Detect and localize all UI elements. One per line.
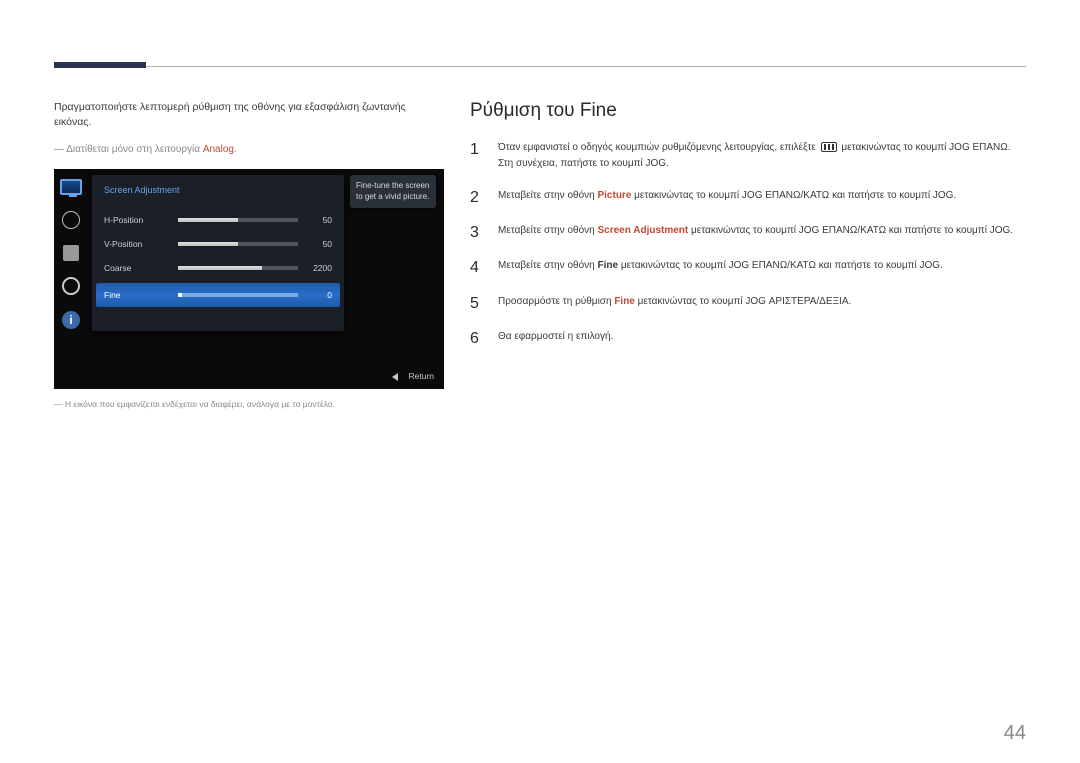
v-position-bar	[178, 242, 298, 246]
page-number: 44	[1004, 722, 1026, 745]
step-number: 5	[470, 294, 482, 313]
step-body: Θα εφαρμοστεί η επιλογή.	[498, 329, 1026, 345]
v-position-label: V-Position	[104, 239, 174, 249]
step-number: 6	[470, 329, 482, 348]
analog-word: Analog	[203, 144, 234, 155]
v-position-fill	[178, 242, 238, 246]
step-item: 3 Μεταβείτε στην οθόνη Screen Adjustment …	[470, 223, 1026, 242]
h-position-value: 50	[302, 215, 332, 225]
fine-label: Fine	[104, 290, 174, 300]
osd-row-vposition: V-Position 50	[104, 233, 332, 255]
fine-bar	[178, 293, 298, 297]
highlight-term: Fine	[614, 296, 635, 307]
brightness-icon	[62, 211, 80, 229]
step-item: 5 Προσαρμόστε τη ρύθμιση Fine μετακινώντα…	[470, 294, 1026, 313]
highlight-term: Screen Adjustment	[597, 225, 688, 236]
info-icon: i	[62, 311, 80, 329]
fine-value: 0	[302, 290, 332, 300]
osd-row-coarse: Coarse 2200	[104, 257, 332, 279]
picture-icon	[60, 179, 82, 195]
step-number: 1	[470, 140, 482, 159]
header-accent-bar	[54, 62, 146, 68]
step-item: 1 Όταν εμφανιστεί ο οδηγός κουμπιών ρυθμι…	[470, 140, 1026, 172]
step-body: Προσαρμόστε τη ρύθμιση Fine μετακινώντας…	[498, 294, 1026, 310]
osd-screenshot: i Screen Adjustment H-Position 50 V-Posi…	[54, 169, 444, 389]
highlight-term: Picture	[597, 190, 631, 201]
osd-panel: Screen Adjustment H-Position 50 V-Positi…	[92, 175, 344, 331]
analog-prefix: ― Διατίθεται μόνο στη λειτουργία	[54, 144, 203, 155]
osd-return: Return	[392, 371, 434, 381]
h-position-fill	[178, 218, 238, 222]
step-body: Όταν εμφανιστεί ο οδηγός κουμπιών ρυθμιζ…	[498, 140, 1026, 172]
analog-dot: .	[234, 144, 237, 155]
step-item: 4 Μεταβείτε στην οθόνη Fine μετακινώντας …	[470, 258, 1026, 277]
step-body: Μεταβείτε στην οθόνη Screen Adjustment μ…	[498, 223, 1026, 239]
highlight-term: Fine	[597, 260, 618, 271]
h-position-bar	[178, 218, 298, 222]
osd-sidebar-icons: i	[54, 177, 88, 329]
coarse-label: Coarse	[104, 263, 174, 273]
section-title: Ρύθμιση του Fine	[470, 100, 1026, 122]
step-body: Μεταβείτε στην οθόνη Fine μετακινώντας τ…	[498, 258, 1026, 274]
input-icon	[63, 245, 79, 261]
step-number: 3	[470, 223, 482, 242]
analog-note: ― Διατίθεται μόνο στη λειτουργία Analog.	[54, 144, 444, 155]
osd-tooltip: Fine-tune the screen to get a vivid pict…	[350, 175, 436, 208]
steps-list: 1 Όταν εμφανιστεί ο οδηγός κουμπιών ρυθμι…	[470, 140, 1026, 348]
osd-row-hposition: H-Position 50	[104, 209, 332, 231]
model-note: ― Η εικόνα που εμφανίζεται ενδέχεται να …	[54, 399, 444, 409]
coarse-bar	[178, 266, 298, 270]
v-position-value: 50	[302, 239, 332, 249]
intro-text: Πραγματοποιήστε λεπτομερή ρύθμιση της οθ…	[54, 100, 444, 130]
h-position-label: H-Position	[104, 215, 174, 225]
step-body: Μεταβείτε στην οθόνη Picture μετακινώντα…	[498, 188, 1026, 204]
return-triangle-icon	[392, 373, 398, 381]
settings-icon	[62, 277, 80, 295]
step-number: 4	[470, 258, 482, 277]
osd-row-fine: Fine 0	[96, 283, 340, 307]
osd-title: Screen Adjustment	[104, 185, 180, 195]
header-divider	[54, 66, 1026, 67]
coarse-value: 2200	[302, 263, 332, 273]
coarse-fill	[178, 266, 262, 270]
fine-fill	[178, 293, 182, 297]
menu-icon	[821, 142, 837, 152]
step-number: 2	[470, 188, 482, 207]
step-item: 6 Θα εφαρμοστεί η επιλογή.	[470, 329, 1026, 348]
return-label: Return	[408, 371, 434, 381]
left-column: Πραγματοποιήστε λεπτομερή ρύθμιση της οθ…	[54, 100, 444, 409]
right-column: Ρύθμιση του Fine 1 Όταν εμφανιστεί ο οδηγ…	[470, 100, 1026, 364]
step-item: 2 Μεταβείτε στην οθόνη Picture μετακινώντ…	[470, 188, 1026, 207]
